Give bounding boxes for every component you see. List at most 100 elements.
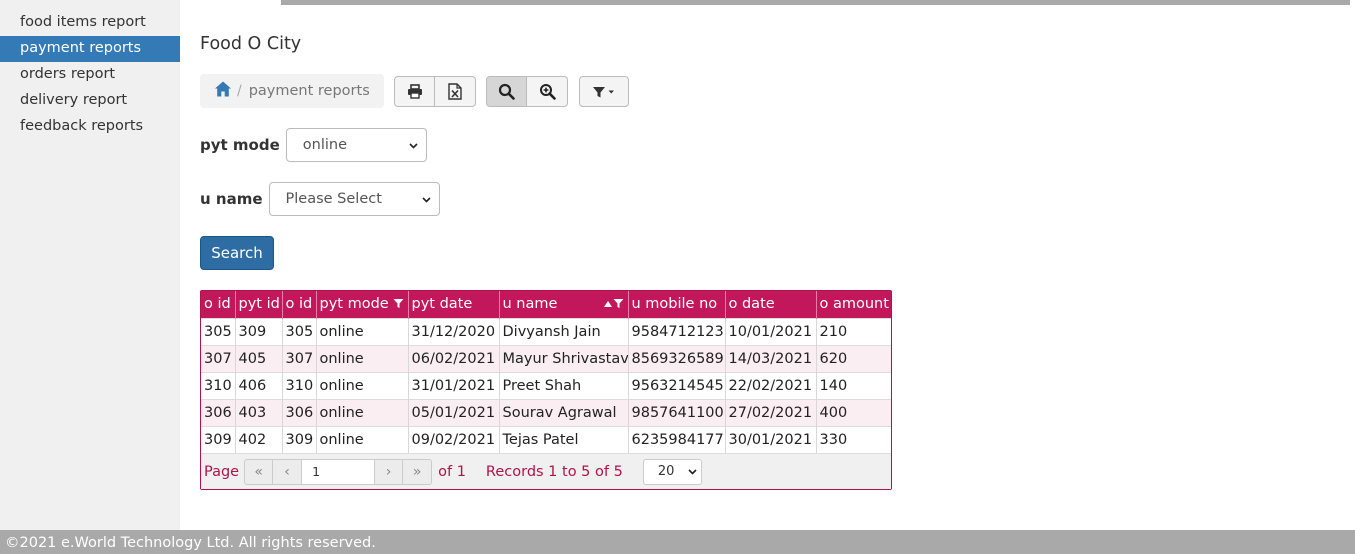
cell-u-name: Preet Shah: [499, 371, 629, 399]
print-icon: [407, 84, 422, 99]
chevron-right-icon: ›: [385, 463, 392, 480]
payment-report-grid: o id pyt id o id pyt mode pyt date u nam…: [200, 290, 892, 490]
cell-u-mobile-no: 8569326589: [628, 344, 726, 372]
sidebar-item-orders-report[interactable]: orders report: [0, 62, 180, 88]
cell-o-id: 310: [201, 371, 236, 399]
chevron-down-icon: [688, 469, 697, 475]
chevron-down-icon: [409, 142, 418, 149]
chevron-left-icon: ‹: [284, 463, 290, 480]
payment-table: o id pyt id o id pyt mode pyt date u nam…: [201, 291, 891, 453]
chevron-down-icon: [421, 196, 431, 203]
first-page-button[interactable]: «: [244, 458, 274, 485]
table-row[interactable]: 310 406 310 online 31/01/2021 Preet Shah…: [201, 371, 891, 399]
cell-u-mobile-no: 6235984177: [628, 425, 726, 453]
search-icon: [498, 83, 515, 100]
cell-u-mobile-no: 9584712123: [628, 317, 726, 345]
filter-icon[interactable]: [613, 298, 624, 309]
table-header-row: o id pyt id o id pyt mode pyt date u nam…: [201, 291, 891, 318]
cell-pyt-mode: online: [316, 398, 409, 426]
table-row[interactable]: 309 402 309 online 09/02/2021 Tejas Pate…: [201, 425, 891, 453]
cell-o-amount: 620: [816, 344, 891, 372]
column-header-u-name[interactable]: u name: [499, 291, 629, 318]
column-header-u-mobile-no[interactable]: u mobile no: [628, 291, 726, 318]
top-progress-bar: [281, 0, 1350, 5]
last-page-button[interactable]: »: [403, 458, 433, 485]
cell-o-amount: 140: [816, 371, 891, 399]
cell-u-name: Sourav Agrawal: [499, 398, 629, 426]
cell-o-id-2: 309: [282, 425, 317, 453]
sidebar-item-payment-reports[interactable]: payment reports: [0, 36, 180, 62]
search-button-group: [486, 76, 568, 107]
cell-o-amount: 400: [816, 398, 891, 426]
records-summary: Records 1 to 5 of 5: [485, 463, 623, 480]
excel-export-icon: [448, 83, 462, 100]
search-button[interactable]: Search: [200, 236, 274, 270]
cell-u-mobile-no: 9857641100: [628, 398, 726, 426]
sidebar: food items report payment reports orders…: [0, 0, 180, 530]
advanced-search-icon: [539, 84, 556, 100]
column-header-pyt-date[interactable]: pyt date: [408, 291, 500, 318]
pyt-mode-select[interactable]: online: [285, 128, 427, 162]
column-header-o-id[interactable]: o id: [201, 291, 236, 318]
cell-u-name: Tejas Patel: [499, 425, 629, 453]
column-header-o-id-2[interactable]: o id: [282, 291, 317, 318]
page-title: Food O City: [200, 34, 302, 54]
u-name-label: u name: [200, 190, 263, 208]
cell-pyt-id: 403: [235, 398, 283, 426]
page-size-value: 20: [657, 464, 675, 479]
double-chevron-right-icon: »: [412, 463, 422, 480]
sidebar-item-feedback-reports[interactable]: feedback reports: [0, 114, 180, 140]
pyt-mode-value: online: [302, 137, 347, 153]
search-toggle-button[interactable]: [486, 76, 527, 107]
page-number-input[interactable]: 1: [302, 458, 375, 485]
table-row[interactable]: 307 405 307 online 06/02/2021 Mayur Shri…: [201, 344, 891, 372]
table-row[interactable]: 305 309 305 online 31/12/2020 Divyansh J…: [201, 317, 891, 345]
cell-o-id: 307: [201, 344, 236, 372]
table-row[interactable]: 306 403 306 online 05/01/2021 Sourav Agr…: [201, 398, 891, 426]
cell-o-amount: 330: [816, 425, 891, 453]
u-name-select[interactable]: Please Select: [268, 182, 440, 216]
column-header-pyt-id[interactable]: pyt id: [235, 291, 283, 318]
pager: Page « ‹ 1 › » of 1 Records 1 to 5 of 5 …: [201, 453, 891, 489]
cell-pyt-date: 09/02/2021: [408, 425, 500, 453]
column-header-pyt-mode[interactable]: pyt mode: [316, 291, 409, 318]
cell-o-id: 305: [201, 317, 236, 345]
cell-o-id-2: 310: [282, 371, 317, 399]
cell-o-date: 10/01/2021: [725, 317, 817, 345]
cell-o-date: 30/01/2021: [725, 425, 817, 453]
cell-o-date: 14/03/2021: [725, 344, 817, 372]
cell-pyt-mode: online: [316, 317, 409, 345]
cell-u-name: Mayur Shrivastav: [499, 344, 629, 372]
filter-dropdown-icon: [593, 86, 614, 97]
double-chevron-left-icon: «: [254, 463, 263, 480]
filter-button-group: [579, 76, 629, 107]
u-name-value: Please Select: [285, 191, 382, 207]
print-button[interactable]: [394, 76, 435, 107]
cell-o-id: 306: [201, 398, 236, 426]
cell-pyt-date: 06/02/2021: [408, 344, 500, 372]
column-header-o-amount[interactable]: o amount: [816, 291, 891, 318]
page-number-value: 1: [312, 464, 321, 479]
u-name-header-label: u name: [502, 296, 558, 313]
sort-ascending-icon[interactable]: [603, 300, 612, 307]
cell-pyt-mode: online: [316, 344, 409, 372]
breadcrumb: / payment reports: [200, 74, 384, 108]
previous-page-button[interactable]: ‹: [273, 458, 303, 485]
export-excel-button[interactable]: [435, 76, 476, 107]
sidebar-item-delivery-report[interactable]: delivery report: [0, 88, 180, 114]
home-icon[interactable]: [214, 80, 232, 102]
filter-icon[interactable]: [393, 298, 404, 309]
column-header-o-date[interactable]: o date: [725, 291, 817, 318]
page-size-select[interactable]: 20: [642, 458, 702, 485]
cell-o-id-2: 305: [282, 317, 317, 345]
cell-pyt-id: 402: [235, 425, 283, 453]
cell-pyt-mode: online: [316, 425, 409, 453]
cell-u-mobile-no: 9563214545: [628, 371, 726, 399]
cell-pyt-id: 405: [235, 344, 283, 372]
advanced-search-button[interactable]: [527, 76, 568, 107]
page-count-label: of 1: [438, 463, 466, 480]
cell-o-amount: 210: [816, 317, 891, 345]
next-page-button[interactable]: ›: [374, 458, 404, 485]
filter-dropdown-button[interactable]: [579, 76, 629, 107]
sidebar-item-food-items-report[interactable]: food items report: [0, 10, 180, 36]
